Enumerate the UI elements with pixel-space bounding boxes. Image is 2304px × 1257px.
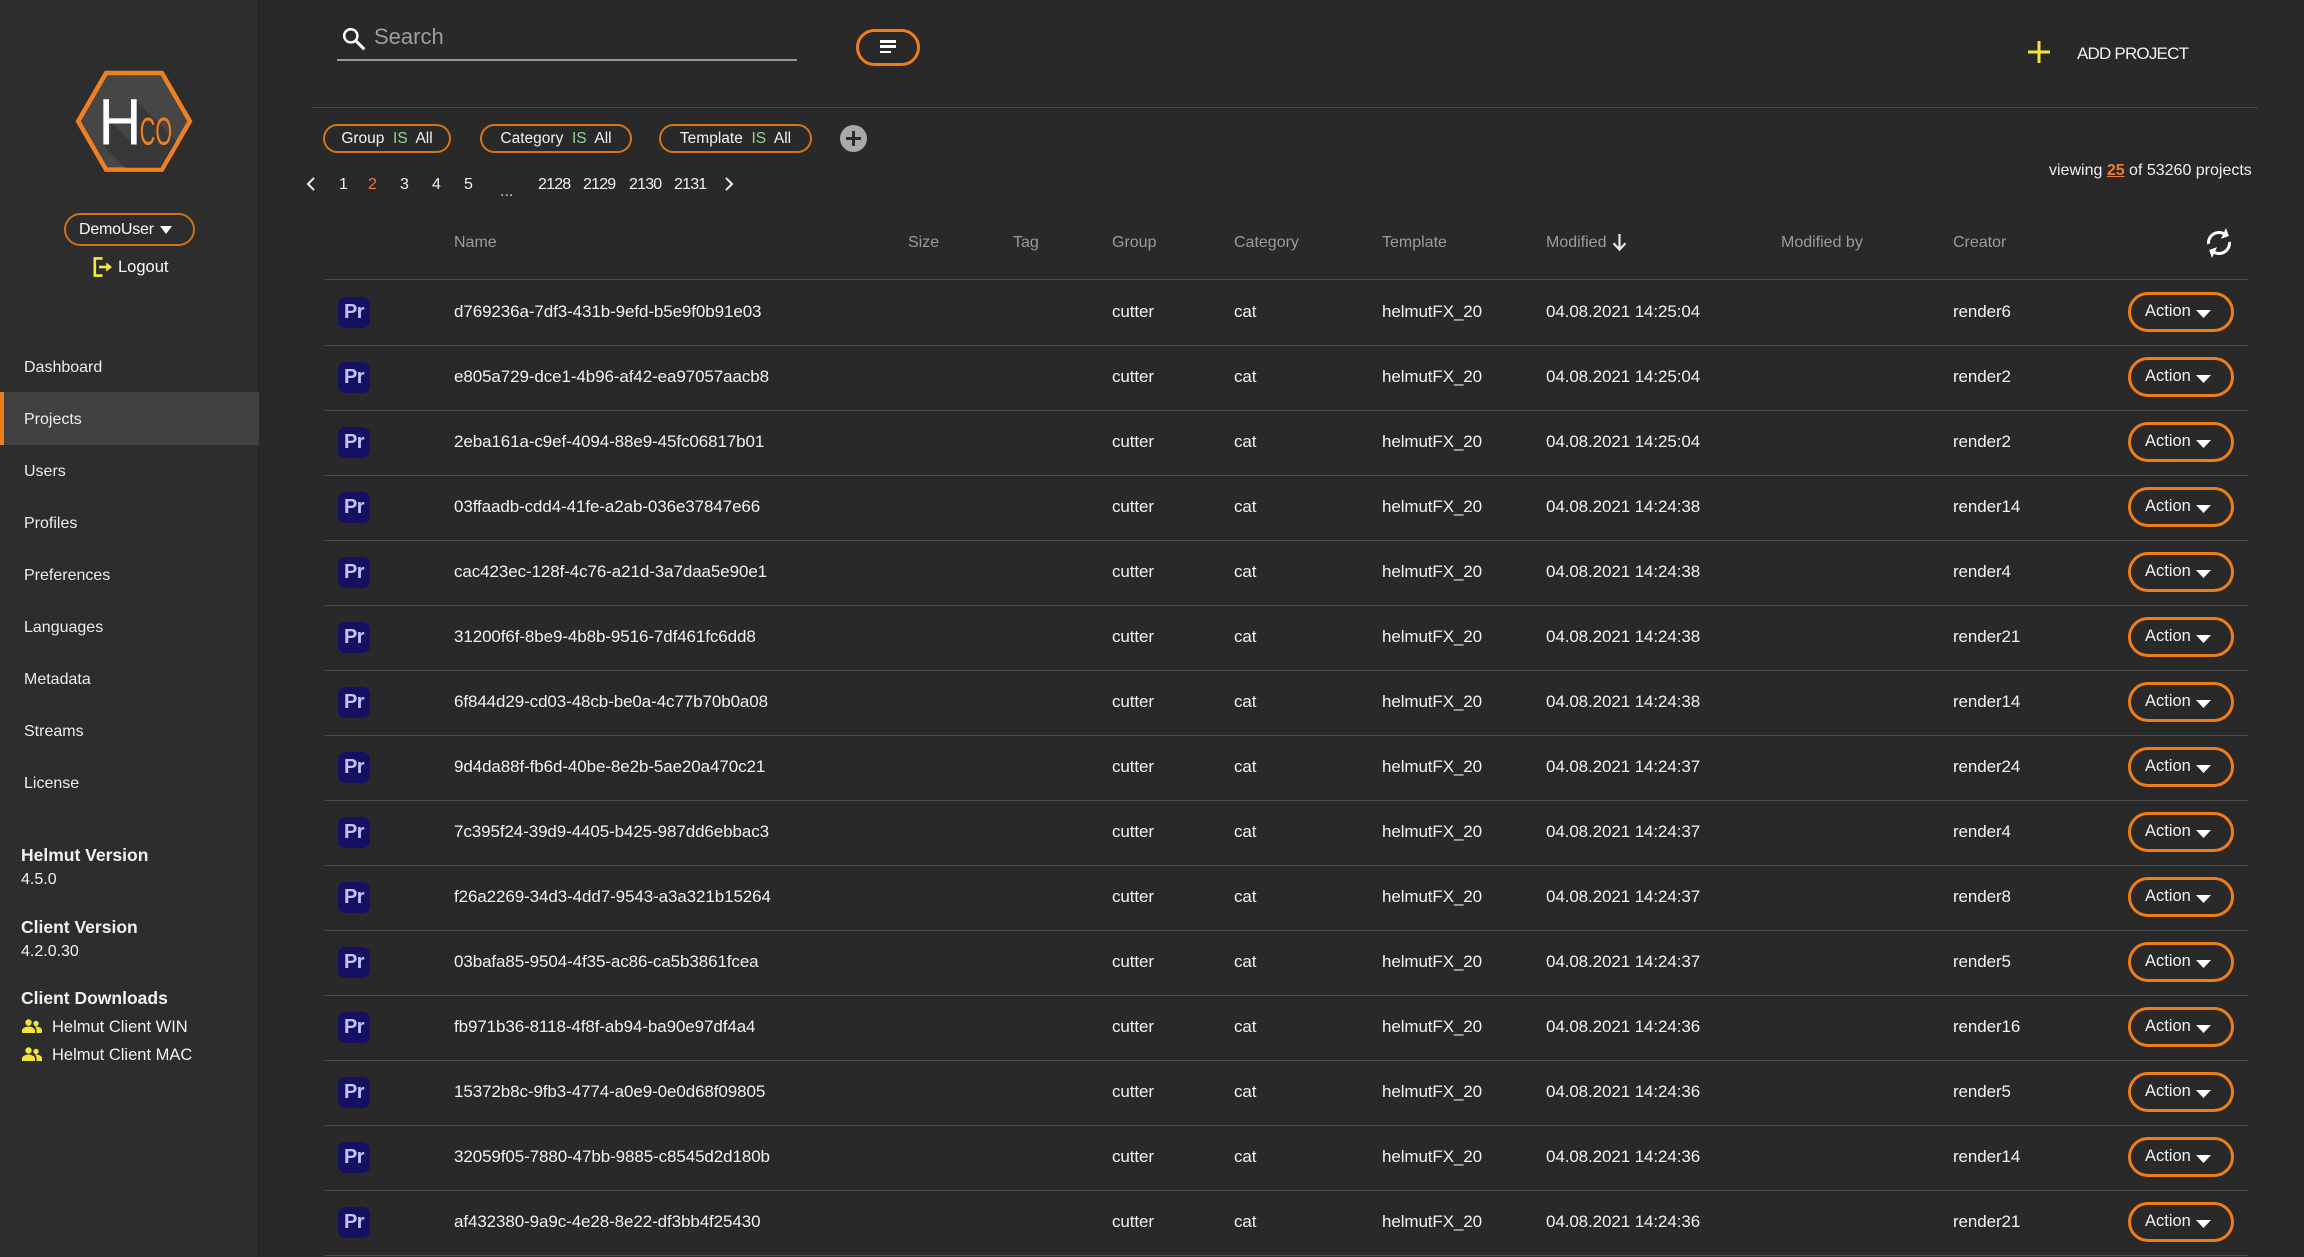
svg-text:H: H: [99, 85, 142, 159]
svg-text:CO: CO: [140, 110, 172, 153]
